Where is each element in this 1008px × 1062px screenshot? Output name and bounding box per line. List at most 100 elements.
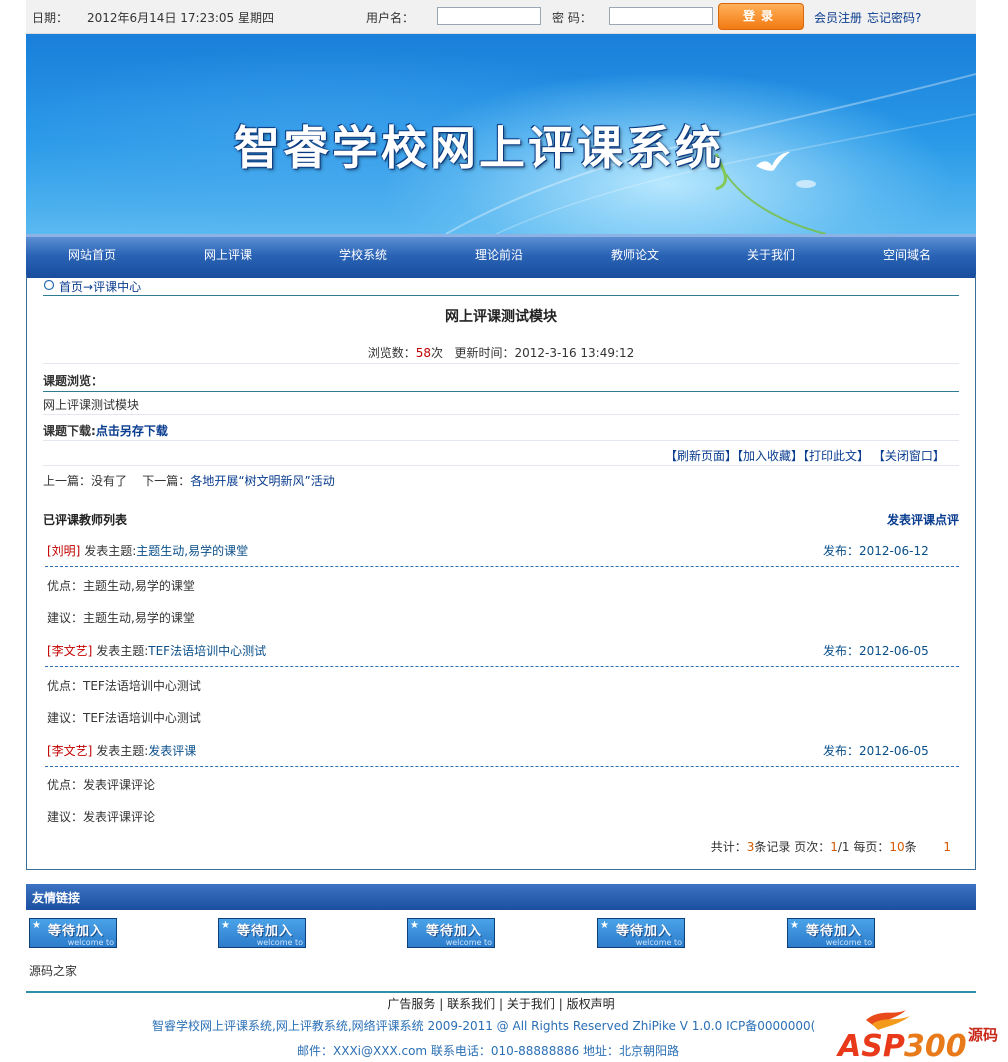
date-label: 发布：: [823, 744, 860, 758]
header-banner: 智睿学校网上评课系统: [26, 34, 976, 234]
pro-label: 优点：: [47, 778, 84, 792]
footer-link-ads[interactable]: 广告服务: [387, 997, 435, 1011]
star-icon: ★: [600, 920, 609, 931]
print-article-link[interactable]: 【打印此文】: [803, 449, 869, 463]
footer-link-copyright[interactable]: 版权声明: [567, 997, 615, 1011]
date-value: 2012-06-05: [859, 644, 929, 658]
views-unit: 次: [431, 346, 444, 360]
review-advice: 建议：发表评课评论: [47, 808, 155, 825]
divider: [43, 363, 959, 364]
review-topic-link[interactable]: 发表评课: [148, 744, 196, 758]
review-topic-link[interactable]: 主题生动,易学的课堂: [136, 544, 248, 558]
friend-link-ad[interactable]: ★ 等待加入 welcome to: [218, 918, 306, 948]
username-input[interactable]: [437, 7, 541, 25]
star-icon: ★: [221, 920, 230, 931]
friend-links-title: 友情链接: [32, 891, 81, 905]
prev-value: 没有了: [91, 474, 128, 488]
views-count: 58: [415, 346, 431, 360]
refresh-page-link[interactable]: 【刷新页面】: [665, 449, 737, 463]
friend-link-ad[interactable]: ★ 等待加入 welcome to: [787, 918, 875, 948]
browse-label: 课题浏览：: [43, 374, 104, 388]
divider: [45, 566, 959, 567]
review-author: [李文艺]: [47, 744, 93, 758]
advice-label: 建议：: [47, 711, 84, 725]
nav-item-teacher-papers[interactable]: 教师论文: [585, 246, 685, 263]
footer-separator: |: [558, 997, 563, 1011]
article-title: 网上评课测试模块: [445, 309, 557, 325]
friend-link-ad[interactable]: ★ 等待加入 welcome to: [597, 918, 685, 948]
divider: [43, 295, 959, 296]
footer-separator: |: [498, 997, 504, 1011]
nav-item-theory[interactable]: 理论前沿: [449, 246, 549, 263]
friend-text-link[interactable]: 源码之家: [29, 962, 77, 979]
advice-label: 建议：: [47, 611, 84, 625]
main-nav: 网站首页 网上评课 学校系统 理论前沿 教师论文 关于我们 空间域名: [26, 234, 976, 278]
divider: [45, 666, 959, 667]
footer-link-contact[interactable]: 联系我们: [447, 997, 495, 1011]
article-actions: 【刷新页面】【加入收藏】【打印此文】 【关闭窗口】: [665, 447, 945, 464]
friend-link-ad[interactable]: ★ 等待加入 welcome to: [29, 918, 117, 948]
review-date: 发布：2012-06-12: [823, 542, 929, 559]
page-link[interactable]: 1: [943, 840, 951, 854]
forgot-password-link[interactable]: 忘记密码?: [867, 9, 921, 26]
ad-subtext: welcome to: [635, 938, 682, 947]
nav-item-school-system[interactable]: 学校系统: [313, 246, 413, 263]
pro-text: TEF法语培训中心测试: [83, 679, 201, 693]
footer-separator: |: [439, 997, 444, 1011]
review-header: [刘明] 发表主题:主题生动,易学的课堂: [47, 542, 248, 559]
download-link[interactable]: 点击另存下载: [96, 424, 168, 438]
records-label: 条记录 页次：: [754, 840, 831, 854]
divider: [43, 440, 959, 441]
review-date: 发布：2012-06-05: [823, 742, 929, 759]
breadcrumb-home[interactable]: 首页: [59, 280, 83, 294]
register-link[interactable]: 会员注册: [814, 9, 862, 26]
next-article-link[interactable]: 各地开展“树文明新风”活动: [190, 474, 334, 488]
review-header: [李文艺] 发表主题:发表评课: [47, 742, 196, 759]
date-label: 日期：: [32, 11, 69, 25]
site-title: 智睿学校网上评课系统: [234, 121, 724, 175]
nav-item-home[interactable]: 网站首页: [42, 246, 142, 263]
footer-link-about[interactable]: 关于我们: [507, 997, 555, 1011]
ad-text: 等待加入: [237, 924, 294, 939]
review-pro: 优点：TEF法语培训中心测试: [47, 677, 201, 694]
total-label: 共计：: [710, 840, 747, 854]
download-label: 课题下载:: [43, 424, 96, 438]
nav-item-about[interactable]: 关于我们: [721, 246, 821, 263]
login-button[interactable]: 登录: [718, 3, 804, 30]
password-input[interactable]: [609, 7, 713, 25]
close-window-link[interactable]: 【关闭窗口】: [873, 449, 945, 463]
per-page-count: 10: [889, 840, 905, 854]
nav-item-domain[interactable]: 空间域名: [857, 246, 957, 263]
breadcrumb-current[interactable]: 评课中心: [93, 280, 141, 294]
updated-label: 更新时间：: [454, 346, 515, 360]
divider: [43, 391, 959, 392]
post-review-link[interactable]: 发表评课点评: [887, 511, 959, 528]
top-bar: 日期： 2012年6月14日 17:23:05 星期四 用户名： 密 码： 登录…: [26, 0, 976, 34]
nav-item-online-review[interactable]: 网上评课: [178, 246, 278, 263]
topic-label: 发表主题:: [96, 744, 149, 758]
advice-text: 发表评课评论: [83, 810, 156, 824]
date-label: 发布：: [823, 544, 860, 558]
add-favorite-link[interactable]: 【加入收藏】: [737, 449, 803, 463]
footer-copyright: 智睿学校网上评课系统,网上评教系统,网络评课系统 2009-2011 @ All…: [152, 1019, 816, 1033]
topic-label: 发表主题:: [96, 644, 149, 658]
footer-divider: [26, 991, 976, 993]
friend-link-ad[interactable]: ★ 等待加入 welcome to: [407, 918, 495, 948]
password-label: 密 码：: [552, 11, 592, 25]
date-value: 2012-06-12: [859, 544, 929, 558]
prev-next: 上一篇：没有了 下一篇：各地开展“树文明新风”活动: [43, 472, 335, 489]
review-topic-link[interactable]: TEF法语培训中心测试: [148, 644, 266, 658]
review-author: [李文艺]: [47, 644, 93, 658]
star-icon: ★: [32, 920, 41, 931]
ad-text: 等待加入: [426, 924, 483, 939]
advice-text: 主题生动,易学的课堂: [83, 611, 195, 625]
date-value: 2012年6月14日 17:23:05 星期四: [87, 11, 274, 25]
pro-label: 优点：: [47, 579, 84, 593]
ad-subtext: welcome to: [67, 938, 114, 947]
star-icon: ★: [790, 920, 799, 931]
next-label: 下一篇：: [142, 474, 191, 488]
footer-contact: 邮件：XXXi@XXX.com 联系电话：010-88888886 地址：北京朝…: [297, 1044, 680, 1058]
review-advice: 建议：主题生动,易学的课堂: [47, 609, 195, 626]
per-page-unit: 条: [904, 840, 917, 854]
advice-text: TEF法语培训中心测试: [83, 711, 201, 725]
